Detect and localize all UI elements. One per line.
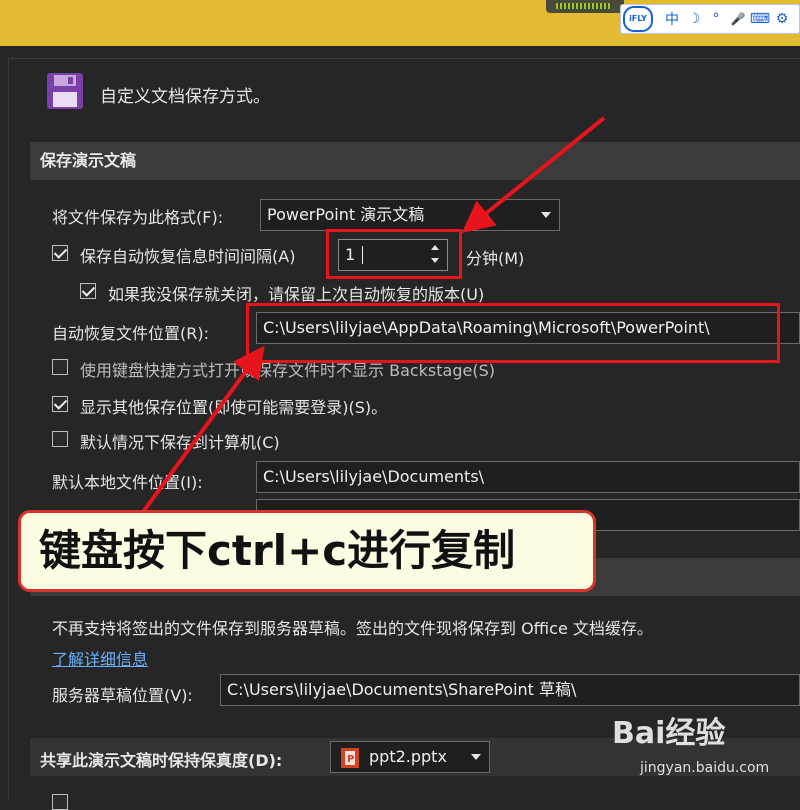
watermark-url: jingyan.baidu.com bbox=[640, 760, 770, 776]
arrow-to-path bbox=[138, 345, 265, 518]
baidu-jingyan-watermark: Bai经验 bbox=[612, 716, 726, 751]
instruction-callout: 键盘按下ctrl+c进行复制 bbox=[18, 510, 596, 592]
arrow-to-interval bbox=[461, 116, 606, 234]
annotation-arrows bbox=[138, 116, 606, 518]
